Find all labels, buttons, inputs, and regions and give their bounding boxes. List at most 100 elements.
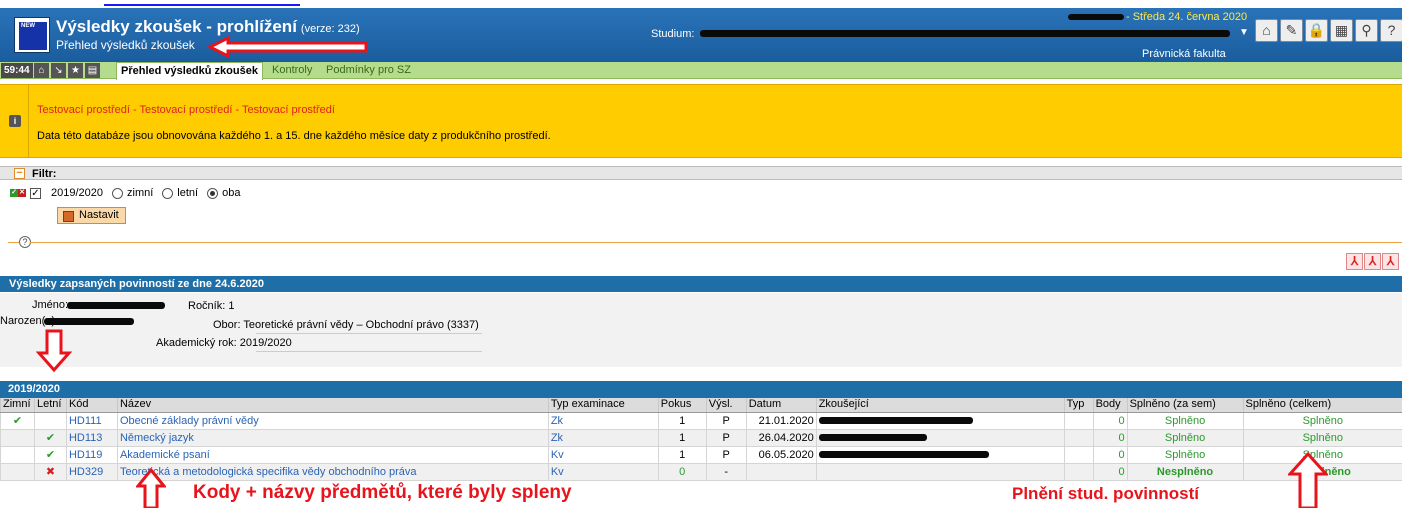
check-all-icon[interactable]: ✓ ✕ bbox=[10, 189, 26, 197]
col-vysl: Výsl. bbox=[705, 398, 747, 413]
radio-oba-label: oba bbox=[222, 187, 241, 199]
typ-cell bbox=[1063, 412, 1094, 430]
points: 0 bbox=[1092, 429, 1128, 447]
obor-row: Obor: Teoretické právní vědy – Obchodní … bbox=[213, 319, 479, 331]
radio-letni-label: letní bbox=[177, 187, 199, 199]
zimni-cell bbox=[0, 463, 35, 481]
col-letni: Letní bbox=[33, 398, 67, 413]
exam-type: Kv bbox=[547, 463, 659, 481]
warning-icon-cell: i bbox=[0, 85, 29, 157]
typ-cell bbox=[1063, 446, 1094, 464]
col-typ-examinace: Typ examinace bbox=[547, 398, 659, 413]
radio-oba[interactable] bbox=[207, 187, 219, 199]
year-label: 2019/2020 bbox=[51, 187, 103, 199]
table-row: ✔ HD119 Akademické psaní Kv 1 P 06.05.20… bbox=[0, 446, 1402, 464]
table-row: ✔ HD111 Obecné základy právní vědy Zk 1 … bbox=[0, 412, 1402, 430]
subject-name-link[interactable]: Teoretická a metodologická specifika věd… bbox=[116, 463, 549, 481]
year-checkbox[interactable]: ✓ bbox=[30, 187, 41, 199]
tab-podminky[interactable]: Podmínky pro SZ bbox=[326, 63, 411, 78]
radio-zimni[interactable] bbox=[112, 187, 123, 199]
year-heading: 2019/2020 bbox=[0, 381, 1402, 398]
examiner-redacted[interactable] bbox=[815, 412, 1065, 430]
notes-icon[interactable]: ✎ bbox=[1280, 19, 1303, 42]
points: 0 bbox=[1092, 463, 1128, 481]
typ-cell bbox=[1063, 429, 1094, 447]
annotation-arrow-left bbox=[208, 36, 368, 58]
col-body: Body bbox=[1092, 398, 1128, 413]
export-icons: ⅄ ⅄ ⅄ bbox=[1346, 253, 1399, 270]
obor-value: Teoretické právní vědy – Obchodní právo … bbox=[243, 319, 479, 331]
filter-label: Filtr: bbox=[32, 168, 57, 180]
subject-code-link[interactable]: HD111 bbox=[65, 412, 118, 430]
star-icon[interactable]: ★ bbox=[68, 63, 83, 78]
print-icon[interactable]: ▤ bbox=[85, 63, 100, 78]
result: P bbox=[705, 412, 747, 430]
chevron-down-icon[interactable]: ▼ bbox=[1239, 27, 1249, 38]
subject-code-link[interactable]: HD119 bbox=[65, 446, 118, 464]
table-row: ✔ HD113 Německý jazyk Zk 1 P 26.04.2020 … bbox=[0, 429, 1402, 447]
check-icon: ✔ bbox=[33, 446, 67, 464]
points: 0 bbox=[1092, 412, 1128, 430]
warning-text: Data této databáze jsou obnovována každé… bbox=[37, 130, 551, 142]
results-heading: Výsledky zapsaných povinností ze dne 24.… bbox=[0, 276, 1402, 292]
tab-prehled[interactable]: Přehled výsledků zkoušek bbox=[116, 62, 263, 80]
akad-row: Akademický rok: 2019/2020 bbox=[156, 337, 292, 349]
col-nazev: Název bbox=[116, 398, 549, 413]
grid-icon[interactable]: ▦ bbox=[1330, 19, 1353, 42]
exam-type: Zk bbox=[547, 412, 659, 430]
pdf-export-icon[interactable]: ⅄ bbox=[1364, 253, 1381, 270]
radio-letni[interactable] bbox=[162, 187, 174, 199]
exam-date: 06.05.2020 bbox=[745, 446, 817, 464]
letni-cell bbox=[33, 412, 67, 430]
divider bbox=[30, 242, 1402, 243]
results-table: Zimní Letní Kód Název Typ examinace Poku… bbox=[0, 398, 1402, 481]
pdf-export-all-icon[interactable]: ⅄ bbox=[1382, 253, 1399, 270]
app-logo[interactable]: NEW bbox=[14, 17, 50, 53]
attempt: 1 bbox=[657, 429, 707, 447]
home-nav-icon[interactable]: ⌂ bbox=[34, 63, 49, 78]
home-icon[interactable]: ⌂ bbox=[1255, 19, 1278, 42]
search-icon[interactable]: ⚲ bbox=[1355, 19, 1378, 42]
zimni-cell bbox=[0, 446, 35, 464]
divider bbox=[256, 333, 482, 334]
col-typ: Typ bbox=[1063, 398, 1094, 413]
subject-code-link[interactable]: HD113 bbox=[65, 429, 118, 447]
col-zkousejici: Zkoušející bbox=[815, 398, 1065, 413]
nastavit-button[interactable]: Nastavit bbox=[57, 207, 126, 224]
tab-kontroly[interactable]: Kontroly bbox=[272, 63, 312, 78]
subject-name-link[interactable]: Akademické psaní bbox=[116, 446, 549, 464]
subject-code-link[interactable]: HD329 bbox=[65, 463, 118, 481]
examiner-redacted[interactable] bbox=[815, 429, 1065, 447]
pdf-icon[interactable]: ⅄ bbox=[1346, 253, 1363, 270]
lock-icon[interactable]: 🔒 bbox=[1305, 19, 1328, 42]
typ-cell bbox=[1063, 463, 1094, 481]
studium-select-redacted[interactable] bbox=[700, 30, 1230, 37]
arrow-nav-icon[interactable]: ↘ bbox=[51, 63, 66, 78]
col-zimni: Zimní bbox=[0, 398, 35, 413]
name-redacted bbox=[67, 302, 165, 309]
splneno-celkem: Splněno bbox=[1242, 429, 1402, 447]
birth-redacted bbox=[44, 318, 134, 325]
current-date: - Středa 24. června 2020 bbox=[1126, 11, 1248, 23]
attempt: 1 bbox=[657, 446, 707, 464]
examiner-redacted[interactable] bbox=[815, 446, 1065, 464]
divider bbox=[8, 242, 19, 243]
result: - bbox=[705, 463, 747, 481]
subject-name-link[interactable]: Německý jazyk bbox=[116, 429, 549, 447]
version-label: (verze: 232) bbox=[300, 23, 360, 35]
akad-value: 2019/2020 bbox=[239, 337, 292, 349]
splneno-sem: Nesplněno bbox=[1126, 463, 1244, 481]
exam-date: 26.04.2020 bbox=[745, 429, 817, 447]
rocnik-row: Ročník: 1 bbox=[188, 300, 235, 312]
splneno-celkem: Splněno bbox=[1242, 412, 1402, 430]
splneno-sem: Splněno bbox=[1126, 429, 1244, 447]
subject-name-link[interactable]: Obecné základy právní vědy bbox=[116, 412, 549, 430]
help-icon[interactable]: ? bbox=[1380, 19, 1402, 42]
collapse-icon[interactable]: − bbox=[14, 168, 25, 179]
warning-title: Testovací prostředí - Testovací prostřed… bbox=[37, 104, 335, 116]
student-info: Jméno: Narozen(a): Ročník: 1 Obor: Teore… bbox=[0, 293, 1402, 367]
filter-header: − Filtr: bbox=[0, 166, 1402, 180]
col-splneno-celkem: Splněno (celkem) bbox=[1242, 398, 1402, 413]
zimni-cell bbox=[0, 429, 35, 447]
link-underline[interactable] bbox=[104, 4, 300, 6]
